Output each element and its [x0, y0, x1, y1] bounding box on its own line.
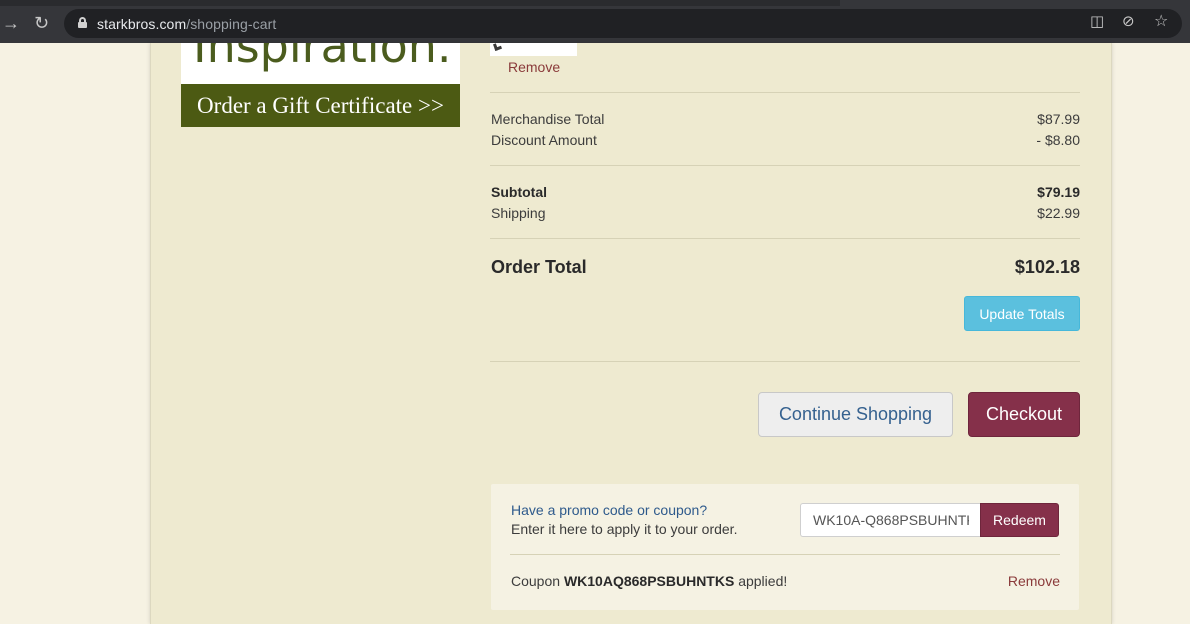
product-image — [493, 42, 502, 51]
coupon-code: WK10AQ868PSBUHNTKS — [563, 573, 735, 589]
divider — [490, 165, 1080, 166]
reload-icon[interactable]: ↻ — [34, 14, 49, 32]
discount-amount-label: Discount Amount — [491, 132, 597, 148]
discount-amount-value: - $8.80 — [1036, 132, 1080, 148]
update-totals-button[interactable]: Update Totals — [964, 296, 1080, 331]
order-total-value: $102.18 — [1014, 257, 1080, 277]
forward-icon[interactable]: → — [2, 14, 20, 32]
remove-coupon-link[interactable]: Remove — [1008, 573, 1060, 589]
coupon-suffix: applied! — [738, 573, 788, 589]
product-thumbnail[interactable] — [490, 42, 577, 56]
promo-code-input[interactable] — [800, 503, 981, 537]
coupon-prefix: Coupon — [511, 573, 561, 589]
merchandise-total-label: Merchandise Total — [491, 111, 605, 127]
merchandise-total-value: $87.99 — [1037, 111, 1080, 127]
banner-text: Inspiration. — [193, 43, 452, 73]
remove-item-link[interactable]: Remove — [508, 59, 560, 75]
tracking-off-icon[interactable]: ⊘ — [1122, 14, 1135, 29]
order-total-label: Order Total — [491, 257, 587, 277]
star-icon[interactable]: ☆ — [1154, 14, 1168, 30]
subtotal-label: Subtotal — [491, 184, 547, 200]
shipping-value: $22.99 — [1037, 205, 1080, 221]
shipping-label: Shipping — [491, 205, 546, 221]
divider — [490, 92, 1080, 93]
continue-shopping-button[interactable]: Continue Shopping — [758, 392, 953, 437]
divider — [510, 554, 1060, 555]
url-text[interactable]: starkbros.com/shopping-cart — [97, 16, 276, 32]
promo-question-link[interactable]: Have a promo code or coupon? — [511, 502, 707, 518]
divider — [490, 238, 1080, 239]
checkout-button[interactable]: Checkout — [968, 392, 1080, 437]
gift-certificate-banner[interactable]: Order a Gift Certificate >> — [181, 84, 460, 127]
lock-icon[interactable] — [78, 17, 87, 28]
tab-strip — [0, 0, 840, 6]
subtotal-value: $79.19 — [1037, 184, 1080, 200]
redeem-button[interactable]: Redeem — [980, 503, 1059, 537]
inspiration-banner[interactable]: Inspiration. — [181, 43, 460, 84]
coupon-applied-message: Coupon WK10AQ868PSBUHNTKS applied! — [511, 573, 787, 589]
promo-help-text: Enter it here to apply it to your order. — [511, 521, 738, 537]
divider — [490, 361, 1080, 362]
translate-icon[interactable]: ◫ — [1090, 14, 1104, 29]
